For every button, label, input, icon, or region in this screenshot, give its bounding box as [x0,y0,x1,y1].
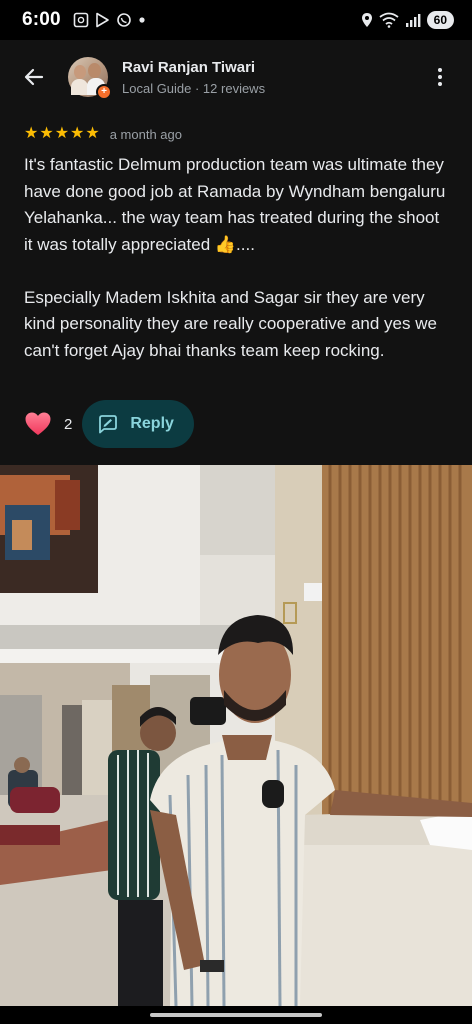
location-icon [361,13,372,27]
review-photo[interactable] [0,465,472,1006]
signal-icon [405,14,421,27]
reply-label: Reply [130,415,174,432]
wifi-icon [379,12,399,28]
user-meta: Local Guide · 12 reviews [122,80,266,96]
notification-icons [73,12,146,28]
review-actions: 2 Reply [24,400,194,448]
star-icon: ★ [24,125,39,142]
reply-edit-icon [99,415,118,434]
whatsapp-icon [117,13,131,27]
star-icon: ★ [70,125,85,142]
arrow-left-icon [24,68,44,86]
user-name[interactable]: Ravi Ranjan Tiwari [122,59,265,76]
star-icon: ★ [39,125,54,142]
star-icon: ★ [85,125,100,142]
avatar[interactable]: + [68,57,112,100]
status-bar: 6:00 60 [0,0,472,40]
heart-icon [25,412,51,435]
battery-level: 60 [426,11,454,29]
reply-button[interactable]: Reply [82,400,194,448]
status-time: 6:00 [22,9,61,30]
back-button[interactable] [10,53,58,101]
local-guide-badge-icon: + [96,84,112,100]
review-date: a month ago [109,126,182,142]
play-store-icon [96,12,109,28]
system-icons: 60 [361,11,454,29]
more-vert-icon [438,68,442,72]
screenshot-icon [73,12,89,28]
rating-row: ★ ★ ★ ★ ★ a month ago [24,124,448,144]
star-rating: ★ ★ ★ ★ ★ [24,126,100,142]
user-info[interactable]: Ravi Ranjan Tiwari Local Guide · 12 revi… [122,59,265,96]
gesture-nav-area [0,1006,472,1024]
star-icon: ★ [54,125,70,142]
review-text: It's fantastic Delmum production team wa… [24,155,446,360]
more-options-button[interactable] [428,57,452,97]
dot-icon [139,17,145,23]
home-gesture-handle[interactable] [150,1013,322,1017]
review-header: + Ravi Ranjan Tiwari Local Guide · 12 re… [0,40,472,114]
like-count: 2 [64,415,73,433]
like-button[interactable]: 2 [24,411,72,437]
